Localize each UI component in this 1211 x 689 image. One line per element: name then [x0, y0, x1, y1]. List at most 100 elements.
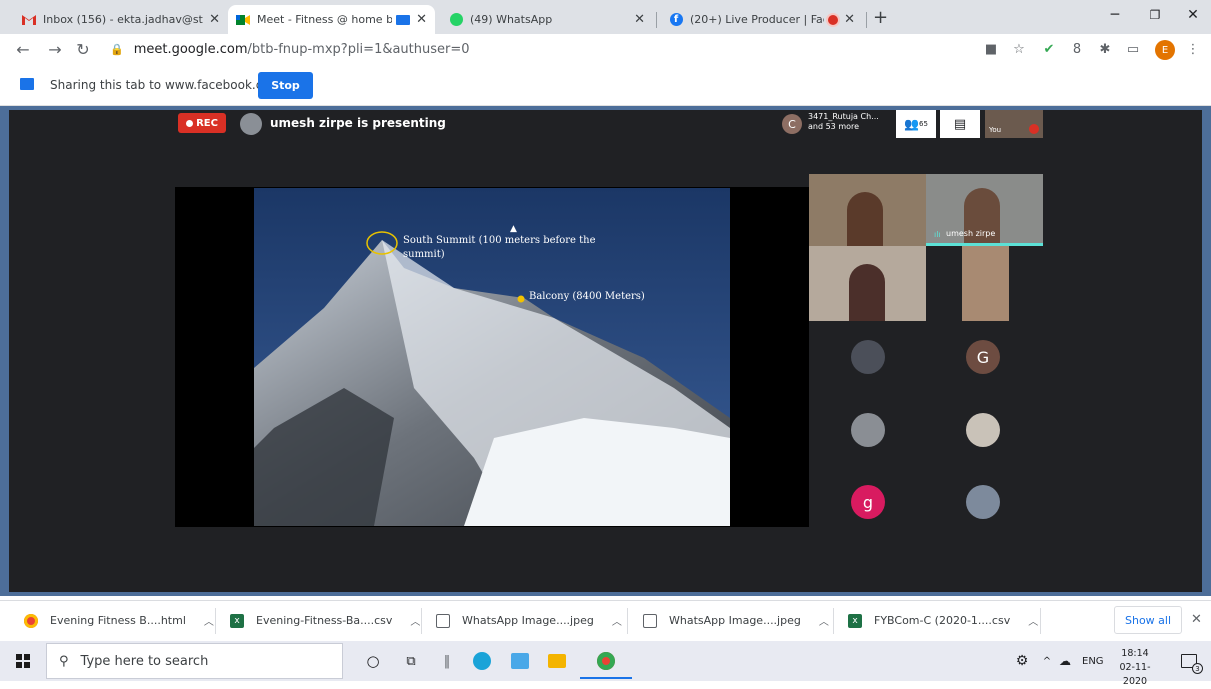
- close-tab-icon[interactable]: ✕: [209, 12, 220, 27]
- chevron-up-icon[interactable]: ︿: [204, 613, 214, 628]
- tab-divider: [866, 12, 867, 28]
- bookmark-star-icon[interactable]: ☆: [1010, 40, 1028, 58]
- close-tab-icon[interactable]: ✕: [844, 12, 855, 27]
- tab-gmail[interactable]: Inbox (156) - ekta.jadhav@stmira ✕: [14, 5, 228, 34]
- chevron-up-icon[interactable]: ︿: [612, 613, 622, 628]
- camera-icon[interactable]: ■: [982, 40, 1000, 58]
- mic-off-icon: [1029, 124, 1039, 134]
- whatsapp-icon: [449, 13, 463, 27]
- close-downloads-icon[interactable]: ✕: [1191, 612, 1202, 627]
- participant-avatar: C: [782, 114, 802, 134]
- participant-video: [962, 246, 1009, 321]
- chrome-taskbar-icon[interactable]: [589, 644, 623, 678]
- participant-figure: [849, 264, 885, 321]
- everest-slide-image: South Summit (100 meters before the summ…: [254, 188, 730, 526]
- menu-kebab-icon[interactable]: ⋮: [1184, 40, 1202, 58]
- address-bar[interactable]: 🔒 meet.google.com /btb-fnup-mxp?pli=1&au…: [110, 38, 470, 60]
- participant-video-tile[interactable]: [809, 174, 926, 246]
- people-count: 65: [919, 120, 928, 128]
- download-item[interactable]: x FYBCom-C (2020-1....csv ︿: [848, 600, 1038, 641]
- download-divider: [421, 608, 422, 634]
- participant-avatar[interactable]: G: [966, 340, 1000, 374]
- download-item[interactable]: Evening Fitness B....html ︿: [24, 600, 214, 641]
- tab-label: (49) WhatsApp: [470, 13, 553, 26]
- show-all-button[interactable]: Show all: [1114, 606, 1182, 634]
- rec-label: REC: [196, 117, 218, 129]
- facebook-icon: f: [669, 13, 683, 27]
- forward-button[interactable]: →: [44, 38, 66, 60]
- you-label: You: [989, 126, 1002, 134]
- chevron-up-icon[interactable]: ︿: [1028, 613, 1038, 628]
- participant-video-tile[interactable]: [809, 246, 926, 321]
- participant-name: 3471_Rutuja Ch...: [808, 112, 879, 121]
- participant-name-label: umesh zirpe: [946, 229, 996, 238]
- close-tab-icon[interactable]: ✕: [634, 12, 645, 27]
- edge-icon[interactable]: [465, 644, 499, 678]
- participant-avatar[interactable]: [966, 485, 1000, 519]
- download-item[interactable]: WhatsApp Image....jpeg ︿: [436, 600, 622, 641]
- taskbar-search[interactable]: ⚲ Type here to search: [46, 643, 343, 679]
- extension-icon[interactable]: 8: [1068, 40, 1086, 58]
- chevron-up-icon[interactable]: ︿: [819, 613, 829, 628]
- participants-summary[interactable]: 3471_Rutuja Ch... and 53 more: [808, 112, 879, 132]
- pinned-app-icon[interactable]: ‖: [430, 644, 464, 678]
- close-tab-icon[interactable]: ✕: [416, 12, 427, 27]
- search-icon: ⚲: [59, 653, 69, 669]
- download-divider: [833, 608, 834, 634]
- back-button[interactable]: ←: [12, 38, 34, 60]
- download-item[interactable]: WhatsApp Image....jpeg ︿: [643, 600, 829, 641]
- download-name: Evening-Fitness-Ba....csv: [256, 614, 393, 627]
- participant-avatar[interactable]: [966, 413, 1000, 447]
- cortana-icon[interactable]: ○: [356, 644, 390, 678]
- profile-avatar[interactable]: E: [1155, 40, 1175, 60]
- tab-facebook[interactable]: f (20+) Live Producer | Facebo ✕: [661, 5, 863, 34]
- mouse-cursor-icon: ▲: [510, 224, 517, 234]
- language-indicator[interactable]: ENG: [1082, 656, 1104, 667]
- windows-start-icon[interactable]: [6, 644, 40, 678]
- chevron-up-icon[interactable]: ︿: [410, 613, 420, 628]
- download-name: FYBCom-C (2020-1....csv: [874, 614, 1011, 627]
- cast-icon[interactable]: ▭: [1124, 40, 1142, 58]
- chrome-file-icon: [24, 613, 38, 628]
- download-divider: [627, 608, 628, 634]
- presenting-label: umesh zirpe is presenting: [270, 116, 446, 130]
- tab-label: Meet - Fitness @ home batc: [257, 13, 393, 26]
- notification-center-icon[interactable]: 3: [1172, 644, 1206, 678]
- onedrive-icon[interactable]: ☁: [1048, 644, 1082, 678]
- notification-count: 3: [1192, 663, 1203, 674]
- url-host: meet.google.com: [133, 41, 248, 57]
- people-button[interactable]: 👥 65: [896, 110, 936, 138]
- participant-figure: [847, 192, 883, 246]
- task-view-icon[interactable]: ⧉: [394, 644, 428, 678]
- participant-avatar[interactable]: [851, 340, 885, 374]
- participant-video-tile-active[interactable]: ılı umesh zirpe: [926, 174, 1043, 246]
- close-window-button[interactable]: ✕: [1170, 0, 1211, 30]
- sharing-text: Sharing this tab to www.facebook.com: [50, 78, 282, 92]
- tab-label: (20+) Live Producer | Facebo: [690, 13, 824, 26]
- tab-meet[interactable]: Meet - Fitness @ home batc ✕: [228, 5, 435, 34]
- stop-sharing-button[interactable]: Stop: [258, 72, 313, 99]
- download-name: WhatsApp Image....jpeg: [669, 614, 801, 627]
- chat-button[interactable]: ▤: [940, 110, 980, 138]
- summit-annotation: South Summit (100 meters before the summ…: [403, 235, 596, 260]
- clock[interactable]: 18:14 02-11-2020: [1110, 647, 1160, 689]
- participant-avatar[interactable]: g: [851, 485, 885, 519]
- new-tab-button[interactable]: +: [873, 7, 888, 28]
- participant-video-tile[interactable]: [926, 246, 1043, 321]
- gmail-icon: [22, 13, 36, 27]
- checkmark-extension-icon[interactable]: ✔: [1040, 40, 1058, 58]
- excel-file-icon: x: [230, 613, 244, 628]
- download-divider: [1040, 608, 1041, 634]
- store-icon[interactable]: [503, 644, 537, 678]
- download-item[interactable]: x Evening-Fitness-Ba....csv ︿: [230, 600, 420, 641]
- participant-avatar[interactable]: [851, 413, 885, 447]
- puzzle-extensions-icon[interactable]: ✱: [1096, 40, 1114, 58]
- download-name: WhatsApp Image....jpeg: [462, 614, 594, 627]
- tab-whatsapp[interactable]: (49) WhatsApp ✕: [441, 5, 653, 34]
- reload-button[interactable]: ↻: [72, 38, 94, 60]
- download-divider: [215, 608, 216, 634]
- file-explorer-icon[interactable]: [540, 644, 574, 678]
- self-view-tile: You: [985, 110, 1043, 138]
- recording-badge: REC: [178, 113, 226, 133]
- download-name: Evening Fitness B....html: [50, 614, 186, 627]
